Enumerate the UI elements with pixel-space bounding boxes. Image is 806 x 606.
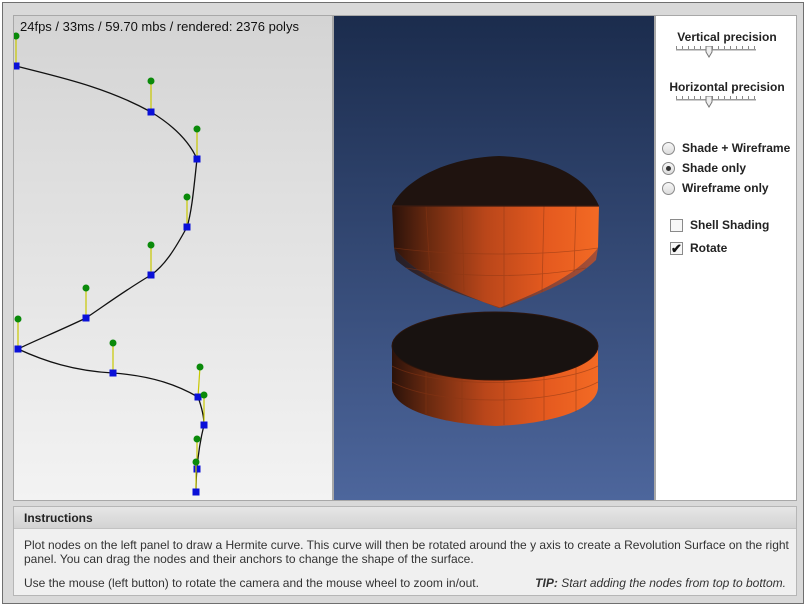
curve-node[interactable] (193, 155, 201, 163)
rotate-label: Rotate (690, 241, 728, 255)
shell-shading-label: Shell Shading (690, 218, 770, 232)
render-stats: 24fps / 33ms / 59.70 mbs / rendered: 237… (20, 19, 299, 34)
upper-surface (392, 156, 599, 308)
vertical-precision-label: Vertical precision (677, 30, 777, 44)
curve-editor-panel[interactable]: 24fps / 33ms / 59.70 mbs / rendered: 237… (13, 15, 333, 501)
curve-node[interactable] (82, 314, 90, 322)
anchor-handle[interactable] (109, 339, 117, 347)
curve-node[interactable] (147, 108, 155, 116)
shell-shading-checkbox-row[interactable]: Shell Shading (670, 217, 769, 233)
horizontal-precision-slider[interactable] (676, 96, 756, 110)
anchor-handle[interactable] (183, 193, 191, 201)
instructions-panel: Instructions Plot nodes on the left pane… (13, 506, 797, 596)
anchor-handle[interactable] (147, 77, 155, 85)
radio-button[interactable] (662, 141, 675, 155)
slider-thumb[interactable] (704, 46, 714, 58)
anchor-handle[interactable] (14, 32, 20, 40)
instructions-mouse-text: Use the mouse (left button) to rotate th… (24, 576, 479, 590)
anchor-handle[interactable] (147, 241, 155, 249)
curve-node[interactable] (192, 488, 200, 496)
anchor-handle[interactable] (193, 435, 201, 443)
shell-shading-checkbox[interactable] (670, 218, 683, 232)
horizontal-precision-label: Horizontal precision (669, 80, 785, 94)
surface-render (391, 156, 599, 426)
slider-track (676, 99, 756, 102)
radio-label: Wireframe only (682, 181, 769, 195)
curve-node[interactable] (147, 271, 155, 279)
anchor-handle[interactable] (192, 458, 200, 466)
tip-label: TIP: (535, 576, 558, 590)
slider-track (676, 49, 756, 52)
curve-node[interactable] (193, 465, 201, 473)
anchor-handle[interactable] (14, 315, 22, 323)
radio-button[interactable] (662, 181, 675, 195)
anchor-line (197, 366, 201, 398)
anchor-handle[interactable] (196, 363, 204, 371)
hermite-curve-canvas[interactable] (14, 16, 333, 501)
slider-thumb[interactable] (704, 96, 714, 108)
instructions-title: Instructions (14, 507, 796, 529)
anchor-handle[interactable] (193, 125, 201, 133)
lower-surface (391, 311, 599, 426)
curve-node[interactable] (14, 62, 20, 70)
radio-shade-only[interactable]: Shade only (662, 160, 746, 176)
curve-node[interactable] (14, 345, 22, 353)
app-frame: 24fps / 33ms / 59.70 mbs / rendered: 237… (2, 2, 804, 604)
revolution-surface-view[interactable] (333, 15, 655, 501)
rotate-checkbox[interactable]: ✔ (670, 241, 683, 255)
radio-shade-wireframe[interactable]: Shade + Wireframe (662, 140, 790, 156)
tip-text: Start adding the nodes from top to botto… (561, 576, 786, 590)
radio-label: Shade only (682, 161, 747, 175)
vertical-precision-slider[interactable] (676, 46, 756, 60)
radio-button[interactable] (662, 161, 675, 175)
curve-node[interactable] (194, 393, 202, 401)
anchor-handle[interactable] (82, 284, 90, 292)
curve-node[interactable] (200, 421, 208, 429)
curve-node[interactable] (183, 223, 191, 231)
anchor-handle[interactable] (200, 391, 208, 399)
hermite-curve (15, 65, 205, 493)
controls-panel: Vertical precision Horizontal precision … (655, 15, 797, 501)
radio-label: Shade + Wireframe (682, 141, 791, 155)
rotate-checkbox-row[interactable]: ✔ Rotate (670, 240, 727, 256)
radio-wireframe-only[interactable]: Wireframe only (662, 180, 769, 196)
instructions-tip: TIP: Start adding the nodes from top to … (535, 576, 786, 590)
curve-node[interactable] (109, 369, 117, 377)
instructions-text: Plot nodes on the left panel to draw a H… (24, 538, 789, 566)
